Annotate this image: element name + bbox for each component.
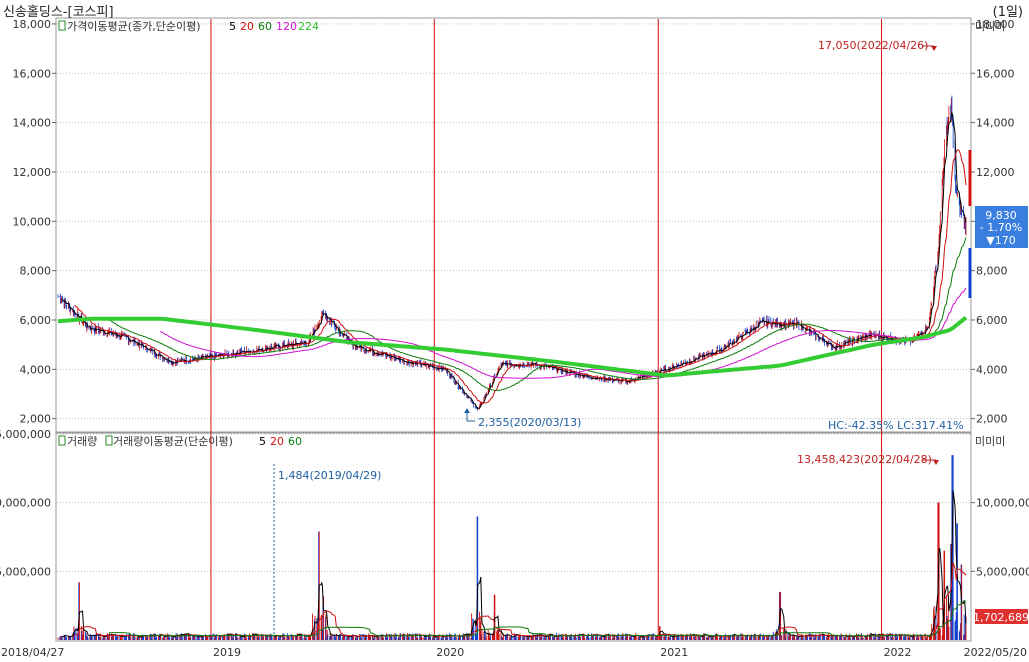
stock-chart: 18,000 16,000 14,000 12,000 10,000 8,000 6,000… (0, 17, 1029, 659)
price-panel (55, 17, 972, 433)
current-volume: 1,702,689 (973, 611, 1029, 624)
legend-checkbox-icon[interactable] (105, 435, 113, 446)
volume-legend-60: 60 (288, 435, 302, 448)
volume-legend-label: 거래량 (67, 435, 97, 448)
y-tick-label: 2,000 (976, 413, 1008, 426)
volume-high-annotation: 13,458,423(2022/04/28) (797, 453, 939, 466)
price-legend-20: 20 (240, 20, 254, 33)
volume-legend: 거래량 거래량이동평균(단순이평) 5 20 60 (58, 435, 302, 448)
y-tick-label: 10,000,000 (0, 497, 51, 510)
current-change-pct: - 1.70% (980, 221, 1022, 234)
x-tick-label: 2018/04/27 (1, 646, 64, 659)
price-legend-label: 가격이동평균(종가,단순이평) (67, 20, 201, 33)
x-tick-label: 2022 (884, 646, 912, 659)
volume-legend-20: 20 (270, 435, 284, 448)
y-tick-label: 16,000 (976, 67, 1015, 80)
y-tick-label: 14,000 (13, 117, 52, 130)
y-tick-label: 15,000,000 (0, 428, 51, 441)
current-volume-box: 1,702,689 (973, 609, 1029, 624)
low-price-label: 2,355(2020/03/13) (478, 416, 581, 429)
price-legend-60: 60 (258, 20, 272, 33)
y-tick-label: 4,000 (976, 363, 1008, 376)
volume-ma-legend-label: 거래량이동평균(단순이평) (113, 435, 233, 448)
high-annotation: 17,050(2022/04/26) (818, 39, 937, 52)
price-panel-buttons[interactable]: 미미미 (975, 20, 1005, 33)
y-tick-label: 12,000 (976, 166, 1015, 179)
high-price-label: 17,050(2022/04/26) (818, 39, 928, 52)
volume-y-axis-left: 15,000,000 10,000,000 5,000,000 (0, 428, 51, 578)
volume-y-axis-right: 10,000,000 5,000,000 (971, 497, 1029, 578)
price-legend-224: 224 (298, 20, 319, 33)
current-change: ▼170 (986, 234, 1015, 247)
legend-checkbox-icon[interactable] (58, 435, 66, 446)
volume-low-label: 1,484(2019/04/29) (278, 469, 381, 482)
price-legend-120: 120 (276, 20, 297, 33)
volume-high-label: 13,458,423(2022/04/28) (797, 453, 932, 466)
hc-lc-label: HC:-42.35% LC:317.41% (828, 419, 964, 432)
y-tick-label: 4,000 (20, 363, 52, 376)
volume-legend-5: 5 (259, 435, 266, 448)
y-tick-label: 8,000 (20, 265, 52, 278)
y-tick-label: 6,000 (976, 314, 1008, 327)
volume-panel-buttons[interactable]: 미미미 (975, 435, 1005, 448)
price-y-axis-left: 18,000 16,000 14,000 12,000 10,000 8,000 6,000… (13, 18, 56, 426)
y-tick-label: 10,000,000 (976, 497, 1029, 510)
y-tick-label: 5,000,000 (0, 565, 51, 578)
y-tick-label: 18,000 (13, 18, 52, 31)
y-tick-label: 2,000 (20, 413, 52, 426)
y-tick-label: 5,000,000 (976, 565, 1029, 578)
legend-checkbox-icon[interactable] (58, 20, 66, 31)
y-tick-label: 10,000 (13, 215, 52, 228)
current-price-box: 9,830 - 1.70% ▼170 (975, 206, 1028, 248)
y-tick-label: 14,000 (976, 117, 1015, 130)
x-tick-label: 2019 (213, 646, 241, 659)
x-tick-label: 2022/05/20 (964, 646, 1027, 659)
y-tick-label: 6,000 (20, 314, 52, 327)
x-axis: 2018/04/27 2019 2020 2021 2022 2022/05/20 (1, 646, 1027, 659)
price-legend: 가격이동평균(종가,단순이평) 5 20 60 120 224 (58, 20, 319, 33)
x-tick-label: 2020 (436, 646, 464, 659)
y-tick-label: 12,000 (13, 166, 52, 179)
price-legend-5: 5 (229, 20, 236, 33)
x-tick-label: 2021 (660, 646, 688, 659)
y-tick-label: 8,000 (976, 265, 1008, 278)
y-tick-label: 16,000 (13, 67, 52, 80)
